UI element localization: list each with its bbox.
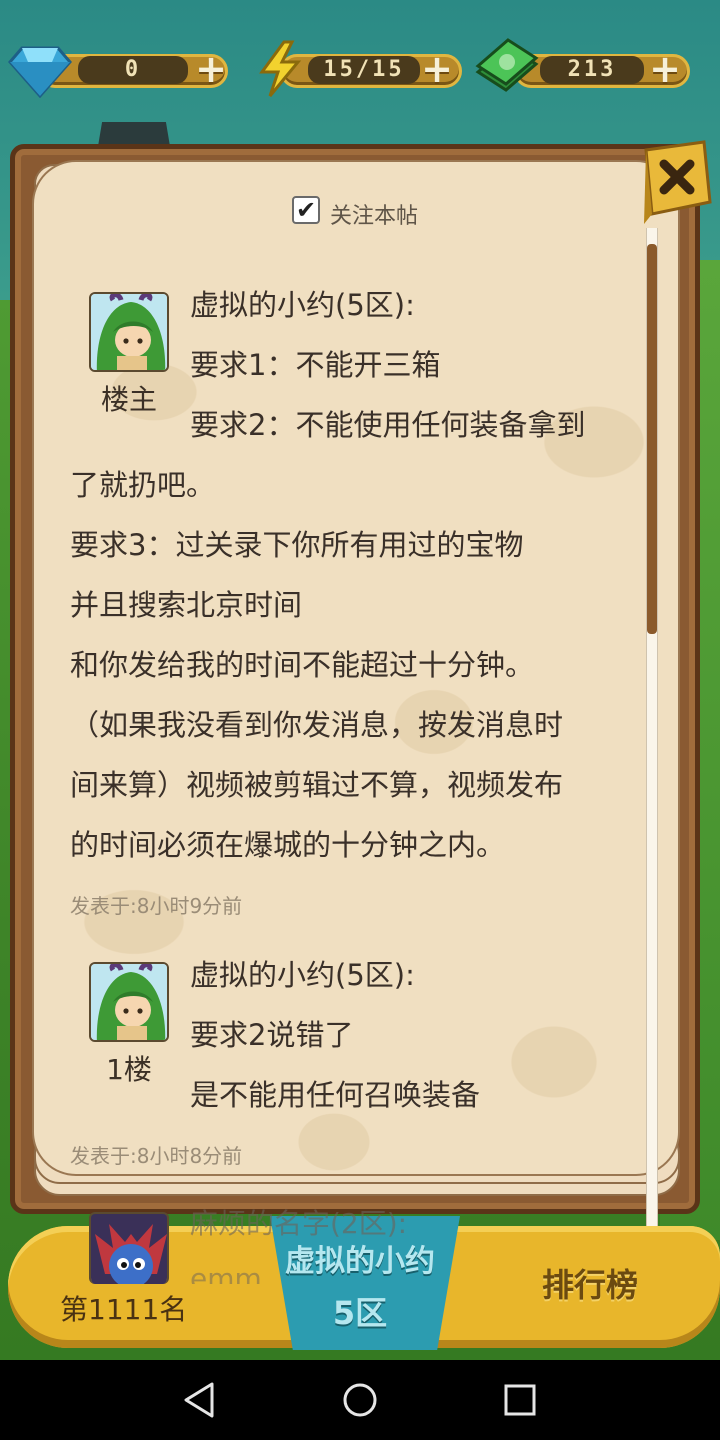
post-line: （如果我没看到你发消息，按发消息时	[70, 708, 564, 742]
reply-line: 是不能用任何召唤装备	[190, 1078, 481, 1112]
post-timestamp: 发表于:8小时9分前	[70, 894, 243, 918]
player-avatar-icon	[91, 294, 167, 370]
reply-line: 虚拟的小约(5区):	[190, 958, 415, 992]
reply-line: 要求2说错了	[190, 1018, 354, 1052]
cash-counter: 213 +	[474, 38, 694, 92]
energy-counter: 15/15 +	[258, 40, 464, 97]
gems-value: 0	[78, 56, 188, 84]
diamond-icon	[8, 46, 72, 98]
author-role-label: 楼主	[100, 383, 157, 416]
add-cash-button[interactable]: +	[648, 50, 682, 88]
cash-stack-icon	[475, 38, 539, 92]
post-line: 的时间必须在爆城的十分钟之内。	[70, 828, 506, 862]
player-avatar-icon	[91, 964, 167, 1040]
floor-label: 1楼	[106, 1053, 152, 1086]
lightning-icon	[259, 40, 302, 97]
follow-checkbox[interactable]: ✔	[292, 196, 320, 224]
post-line: 并且搜索北京时间	[70, 588, 303, 622]
home-icon[interactable]	[338, 1378, 382, 1422]
follow-label: 关注本帖	[330, 204, 419, 229]
post-timestamp: 发表于:8小时8分前	[70, 1144, 243, 1168]
leaderboard-button[interactable]: 排行榜	[542, 1260, 638, 1306]
add-energy-button[interactable]: +	[420, 50, 454, 88]
avatar[interactable]	[89, 962, 169, 1042]
recents-icon[interactable]	[498, 1378, 542, 1422]
close-icon[interactable]	[640, 140, 714, 226]
avatar[interactable]	[89, 292, 169, 372]
system-nav-bar	[0, 1360, 720, 1440]
post-line: 虚拟的小约(5区):	[190, 288, 415, 322]
post-line: 要求1：不能开三箱	[190, 348, 441, 382]
post-line: 间来算）视频被剪辑过不算，视频发布	[70, 768, 564, 802]
gems-counter: 0 +	[8, 46, 232, 98]
back-icon[interactable]	[178, 1378, 222, 1422]
post-line: 要求3：过关录下你所有用过的宝物	[70, 528, 524, 562]
post-line: 要求2：不能使用任何装备拿到	[190, 408, 586, 442]
energy-value: 15/15	[308, 56, 420, 84]
cash-value: 213	[540, 56, 644, 84]
post-line: 了就扔吧。	[70, 468, 216, 502]
post-line: 和你发给我的时间不能超过十分钟。	[70, 648, 535, 682]
add-gems-button[interactable]: +	[194, 50, 228, 88]
post-scrollbar-thumb[interactable]	[647, 244, 657, 634]
